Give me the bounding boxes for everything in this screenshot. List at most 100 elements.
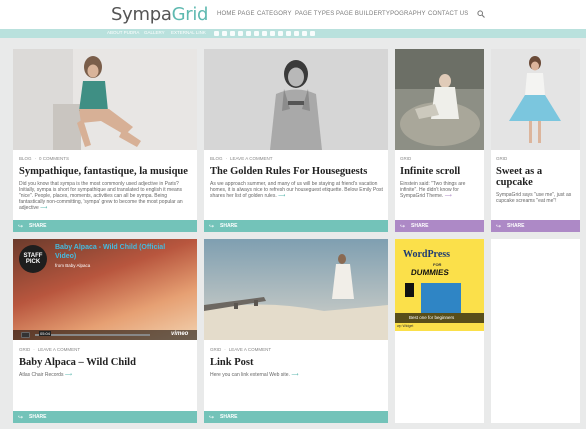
post-comments[interactable]: 0 COMMENTS [39, 156, 69, 161]
share-bar[interactable]: ↪ SHARE [395, 220, 484, 232]
post-excerpt: Einstein said: "Two things are infinite"… [400, 181, 482, 199]
share-bar[interactable]: ↪ SHARE [204, 220, 388, 232]
post-category[interactable]: GRID [19, 347, 30, 352]
video-title-line-2[interactable]: Video) [55, 253, 76, 260]
share-label: SHARE [411, 223, 429, 229]
google-plus-icon[interactable] [270, 31, 275, 36]
post-image-desert[interactable] [204, 239, 388, 340]
logo-text: Sympa [111, 4, 172, 25]
share-icon: ↪ [209, 224, 215, 230]
nav-page-builder[interactable]: PAGE BUILDER [336, 11, 382, 17]
book-title: WordPress [403, 249, 451, 260]
widget-card: WordPress FOR DUMMIES Best one for begin… [395, 239, 484, 423]
post-category[interactable]: GRID [496, 156, 507, 161]
rss-icon[interactable] [310, 31, 315, 36]
play-icon[interactable] [21, 332, 30, 338]
post-excerpt: As we approach summer, and many of us wi… [210, 181, 384, 199]
post-comments[interactable]: LEAVE A COMMENT [229, 347, 271, 352]
post-comments[interactable]: LEAVE A COMMENT [38, 347, 80, 352]
post-excerpt-text: SympaGrid says "use me", just as cupcake… [496, 192, 572, 204]
nav-page-types[interactable]: PAGE TYPES [295, 11, 334, 17]
post-excerpt: Here you can link external Web site. ⟶ [210, 372, 384, 378]
post-category[interactable]: BLOG [210, 156, 223, 161]
tumblr-icon[interactable] [278, 31, 283, 36]
post-title[interactable]: Sympathique, fantastique, la musique [19, 166, 188, 177]
post-title[interactable]: The Golden Rules For Houseguests [210, 166, 367, 177]
post-image-woman-chair[interactable] [13, 49, 197, 150]
nav-typography[interactable]: TYPOGRAPHY [382, 11, 426, 17]
site-logo[interactable]: SympaGrid [111, 4, 208, 25]
video-from[interactable]: from Baby Alpaca [55, 263, 90, 268]
post-image-girl-rocks[interactable] [395, 49, 484, 150]
skype-icon[interactable] [254, 31, 259, 36]
share-label: SHARE [507, 223, 525, 229]
video-player[interactable]: STAFF PICK Baby Alpaca - Wild Child (Off… [13, 239, 197, 340]
instagram-icon[interactable] [262, 31, 267, 36]
share-label: SHARE [29, 414, 47, 420]
post-comments[interactable]: LEAVE A COMMENT [230, 156, 272, 161]
post-excerpt-text: Einstein said: "Two things are infinite"… [400, 181, 466, 199]
post-title-line-2[interactable]: cupcake [496, 177, 533, 188]
post-title[interactable]: Infinite scroll [400, 166, 460, 177]
link-external[interactable]: EXTERNAL LINK [171, 30, 206, 35]
pinterest-icon[interactable] [302, 31, 307, 36]
empty-card [491, 239, 580, 423]
vimeo-icon[interactable] [238, 31, 243, 36]
share-bar[interactable]: ↪ SHARE [13, 220, 197, 232]
post-excerpt-text: Here you can link external Web site. [210, 372, 290, 378]
post-card: STAFF PICK Baby Alpaca - Wild Child (Off… [13, 239, 197, 423]
search-icon[interactable] [477, 10, 485, 18]
post-card: BLOG · 0 COMMENTS Sympathique, fantastique… [13, 49, 197, 232]
share-icon: ↪ [400, 224, 406, 230]
link-gallery[interactable]: GALLERY [144, 30, 165, 35]
widget-caption: Best one for beginners [409, 315, 455, 320]
post-category[interactable]: GRID [210, 347, 221, 352]
dribbble-icon[interactable] [294, 31, 299, 36]
post-category[interactable]: BLOG [19, 156, 32, 161]
youtube-icon[interactable] [230, 31, 235, 36]
book-cover[interactable]: WordPress FOR DUMMIES Best one for begin… [395, 239, 484, 331]
meta-separator: · [34, 156, 37, 161]
share-icon: ↪ [18, 224, 24, 230]
video-controls: 05:04 vimeo [13, 330, 197, 340]
post-category[interactable]: GRID [400, 156, 411, 161]
read-more-arrow-icon[interactable]: ⟶ [40, 205, 47, 211]
nav-contact-us[interactable]: CONTACT US [428, 11, 468, 17]
nav-category[interactable]: CATEGORY [257, 11, 292, 17]
post-card: GRID Infinite scroll Einstein said: "Two… [395, 49, 484, 232]
link-about-pudra[interactable]: ABOUT PUDRA [107, 30, 139, 35]
post-image-bw-portrait[interactable] [204, 49, 388, 150]
meta-separator: · [33, 347, 35, 352]
read-more-arrow-icon[interactable]: ⟶ [65, 372, 72, 378]
read-more-arrow-icon[interactable]: ⟶ [291, 372, 298, 378]
staff-pick-badge: STAFF PICK [19, 245, 47, 273]
twitter-icon[interactable] [222, 31, 227, 36]
wordpress-logo-icon [421, 283, 461, 313]
share-bar[interactable]: ↪ SHARE [13, 411, 197, 423]
post-excerpt: Atlas Chair Records ⟶ [19, 372, 193, 378]
read-more-arrow-icon[interactable]: ⟶ [278, 193, 285, 199]
video-time: 05:04 [39, 331, 52, 336]
post-title[interactable]: Link Post [210, 357, 253, 368]
flickr-icon[interactable] [286, 31, 291, 36]
vimeo-logo: vimeo [171, 331, 189, 337]
widget-caption-small: wp Widget [397, 324, 414, 328]
badge-line-2: PICK [25, 259, 41, 265]
post-image-blue-skirt[interactable] [491, 49, 580, 150]
post-title[interactable]: Baby Alpaca – Wild Child [19, 357, 136, 368]
facebook-icon[interactable] [214, 31, 219, 36]
header: SympaGrid HOME PAGE CATEGORY PAGE TYPES … [0, 0, 586, 29]
share-bar[interactable]: ↪ SHARE [491, 220, 580, 232]
share-icon: ↪ [18, 415, 24, 421]
linkedin-icon[interactable] [246, 31, 251, 36]
share-bar[interactable]: ↪ SHARE [204, 411, 388, 423]
read-more-arrow-icon[interactable]: ⟶ [445, 193, 452, 199]
nav-home-page[interactable]: HOME PAGE [217, 11, 255, 17]
share-label: SHARE [29, 223, 47, 229]
logo-accent: Grid [171, 4, 209, 25]
video-title-line-1[interactable]: Baby Alpaca - Wild Child (Official [55, 244, 165, 251]
post-title-line-1[interactable]: Sweet as a [496, 166, 542, 177]
book-brand: DUMMIES [410, 268, 450, 277]
widget-caption-bar: Best one for beginners [395, 313, 484, 323]
progress-bar[interactable] [35, 334, 150, 336]
